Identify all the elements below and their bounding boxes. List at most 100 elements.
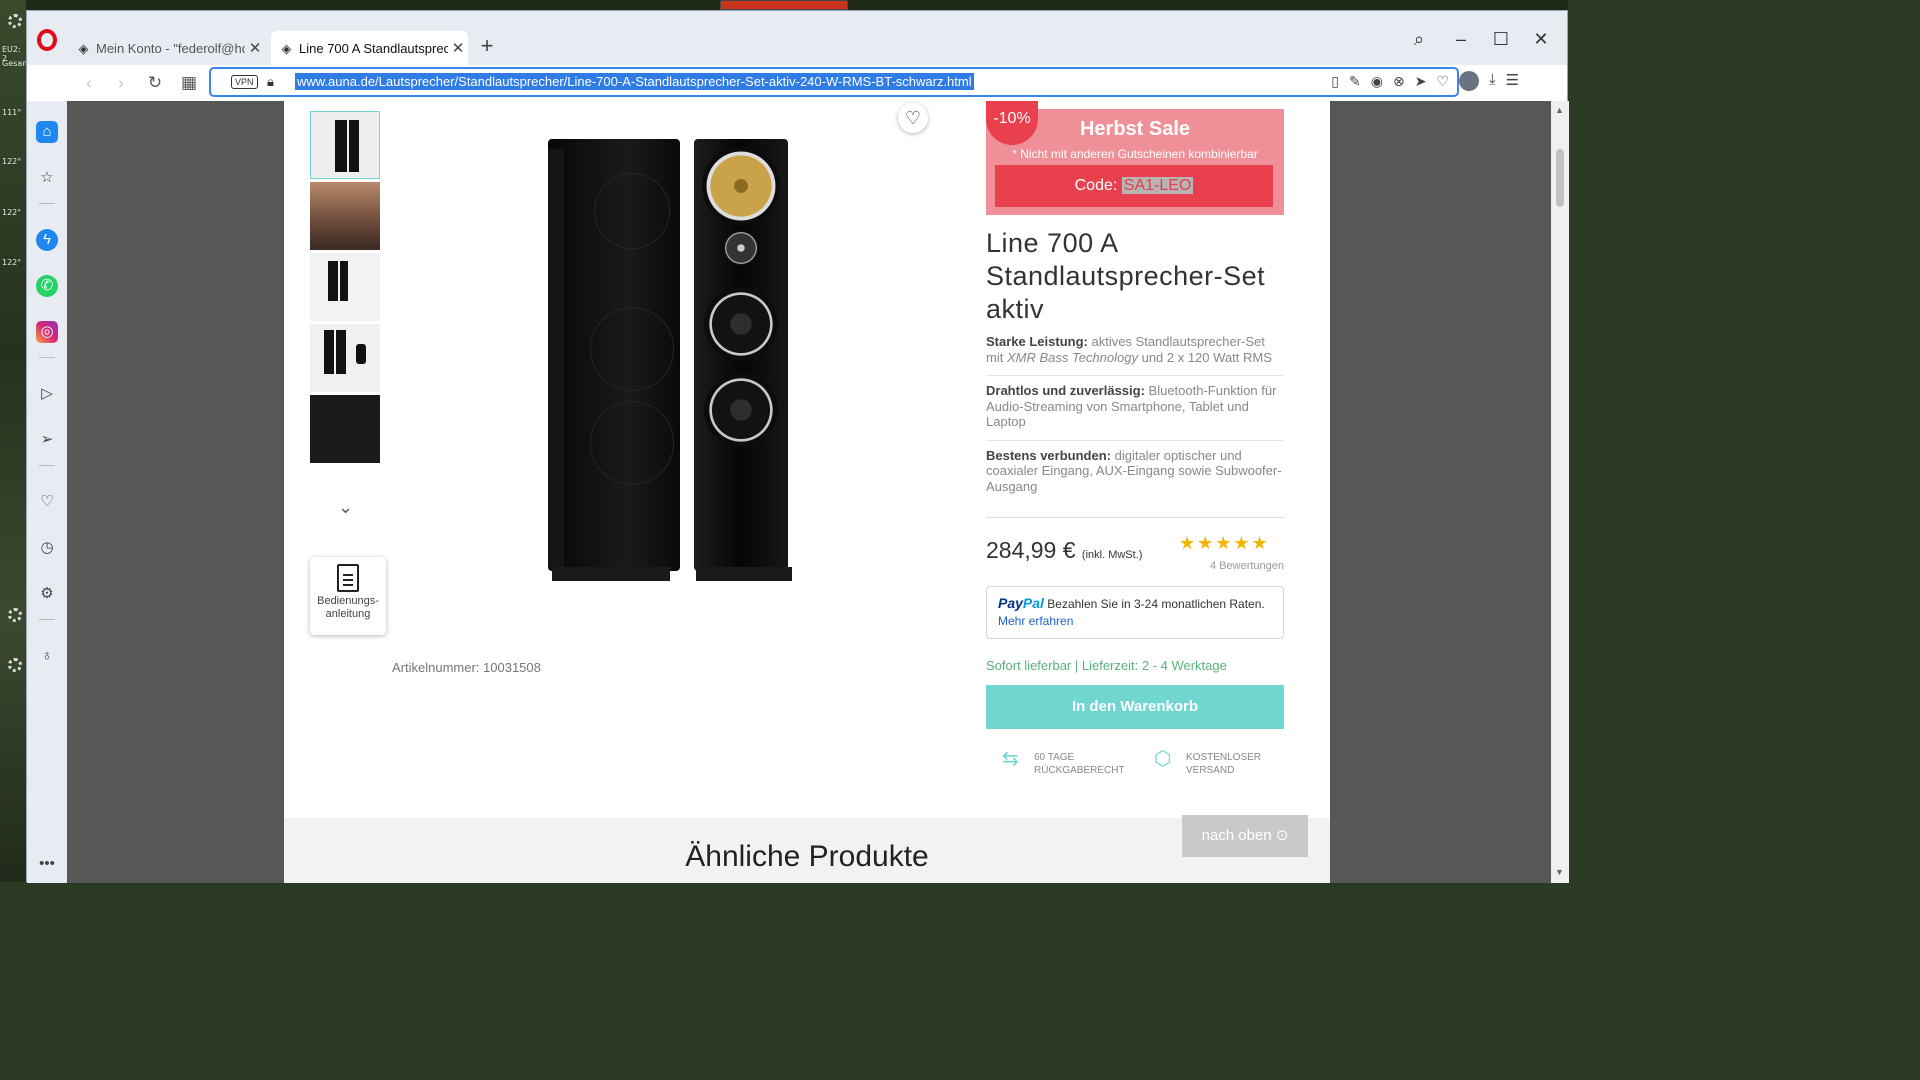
divider [986, 517, 1284, 518]
edit-icon[interactable]: ✎ [1349, 73, 1361, 90]
send-icon[interactable]: ➤ [1415, 73, 1427, 90]
speed-dial-button[interactable]: ▦ [177, 71, 201, 95]
price: 284,99 € (inkl. MwSt.) [986, 537, 1143, 563]
star-rating[interactable]: ★★★★★ [1179, 533, 1270, 554]
opera-logo-icon[interactable] [37, 29, 57, 51]
bookmark-heart-icon[interactable]: ♡ [1436, 73, 1449, 90]
speaker-stand [696, 567, 792, 581]
scrollbar-thumb[interactable] [1556, 149, 1564, 207]
search-tabs-icon[interactable]: ⌕ [1407, 29, 1431, 50]
article-number: Artikelnummer: 10031508 [392, 660, 541, 675]
manual-label: anleitung [325, 608, 371, 620]
thumbnail[interactable] [310, 253, 380, 321]
scroll-up-icon[interactable]: ▲ [1555, 105, 1564, 115]
feature-list: Starke Leistung: aktives Standlautsprech… [986, 334, 1284, 511]
document-icon [337, 564, 359, 592]
tab-account[interactable]: ◈ Mein Konto - "federolf@ho ✕ [68, 31, 265, 65]
coupon-label: Code: [1074, 177, 1118, 194]
adblock-icon[interactable]: ⊗ [1393, 73, 1405, 90]
thumbnail[interactable] [310, 395, 380, 463]
tab-bar: ◈ Mein Konto - "federolf@ho ✕ ◈ Line 700… [27, 11, 1567, 65]
browser-window: ◈ Mein Konto - "federolf@ho ✕ ◈ Line 700… [26, 10, 1569, 883]
sale-title: Herbst Sale [1079, 118, 1191, 140]
forward-button[interactable]: › [109, 71, 133, 95]
back-button[interactable]: ‹ [77, 71, 101, 95]
back-to-top-button[interactable]: nach oben ⊙ [1182, 815, 1308, 857]
paypal-logo: PayPal [998, 595, 1044, 611]
snapshot-icon[interactable]: ◉ [1371, 73, 1383, 90]
tips-bulb-icon[interactable]: ♁ [36, 645, 58, 667]
flow-icon[interactable]: ➢ [36, 429, 58, 451]
speaker-stand [552, 567, 670, 581]
close-tab-icon[interactable]: ✕ [448, 39, 468, 57]
paypal-more-link[interactable]: Mehr erfahren [998, 614, 1073, 628]
bookmarks-heart-icon[interactable]: ♡ [36, 491, 58, 513]
sidebar-divider [39, 357, 55, 358]
manual-label: Bedienungs- [317, 595, 379, 607]
paypal-info-box: PayPal Bezahlen Sie in 3-24 monatlichen … [986, 586, 1284, 639]
manual-button[interactable]: Bedienungs- anleitung [310, 557, 386, 635]
thumbnail[interactable] [310, 182, 380, 250]
desktop-taskbar-item [720, 0, 848, 10]
thumbnail[interactable] [310, 324, 380, 392]
lock-icon[interactable]: 🔒︎ [267, 74, 274, 90]
review-count[interactable]: 4 Bewertungen [1184, 560, 1284, 572]
close-tab-icon[interactable]: ✕ [245, 39, 265, 57]
player-icon[interactable]: ▷ [36, 383, 58, 405]
section-heading: Ähnliche Produkte [685, 840, 929, 873]
address-bar[interactable]: VPN 🔒︎ www.auna.de/Lautsprecher/Standlau… [209, 67, 1459, 97]
tab-product[interactable]: ◈ Line 700 A Standlautsprech ✕ [271, 31, 468, 65]
close-window-button[interactable]: ✕ [1529, 29, 1553, 50]
desktop-label: 122° [2, 157, 22, 166]
thumbnail-gallery [310, 111, 382, 466]
sale-banner: -10% Herbst Sale * Nicht mit anderen Gut… [986, 101, 1284, 215]
easy-setup-icon[interactable]: ☰ [1506, 71, 1519, 91]
reader-mode-icon[interactable]: ▯ [1331, 73, 1339, 90]
delivery-status: Sofort lieferbar | Lieferzeit: 2 - 4 Wer… [986, 658, 1227, 673]
speaker-right [694, 139, 788, 571]
scrollbar[interactable]: ▲ ▼ [1551, 101, 1569, 883]
desktop-label: 122° [2, 208, 22, 217]
scroll-down-icon[interactable]: ▼ [1555, 867, 1564, 877]
gear-icon [8, 14, 22, 28]
extensions-icon[interactable]: ☆ [36, 167, 58, 189]
maximize-button[interactable]: ☐ [1489, 29, 1513, 50]
home-icon[interactable]: ⌂ [36, 121, 58, 143]
similar-products-section: Ähnliche Produkte [284, 818, 1330, 883]
wishlist-heart-icon[interactable]: ♡ [898, 103, 928, 133]
coupon-code[interactable]: SA1-LEO [1121, 177, 1194, 194]
vpn-badge[interactable]: VPN [231, 75, 258, 89]
feature-item: Drahtlos und zuverlässig: Bluetooth-Funk… [986, 383, 1284, 441]
sidebar-divider [39, 203, 55, 204]
url-text[interactable]: www.auna.de/Lautsprecher/Standlautsprech… [295, 73, 974, 90]
minimize-button[interactable]: – [1449, 29, 1473, 50]
chevron-down-icon[interactable]: ⌄ [338, 497, 353, 518]
whatsapp-icon[interactable]: ✆ [36, 275, 58, 297]
tab-title: Line 700 A Standlautsprech [299, 40, 448, 56]
thumbnail[interactable] [310, 111, 380, 179]
feature-item: Bestens verbunden: digitaler optischer u… [986, 447, 1282, 494]
auna-favicon-icon: ◈ [281, 40, 292, 56]
product-page: ⌄ Bedienungs- anleitung Artikelnummer: 1… [284, 101, 1330, 883]
more-icon[interactable]: ••• [36, 853, 58, 875]
toolbar-right: ⤓ ☰ [1459, 71, 1519, 91]
new-tab-button[interactable]: + [477, 33, 497, 59]
settings-gear-icon[interactable]: ⚙ [36, 583, 58, 605]
product-title: Line 700 A Standlautsprecher-Set aktiv [986, 228, 1266, 324]
download-icon[interactable]: ⤓ [1489, 71, 1496, 91]
reload-button[interactable]: ↻ [143, 71, 167, 95]
instagram-icon[interactable]: ◎ [36, 321, 58, 343]
address-tools: ▯ ✎ ◉ ⊗ ➤ ♡ [1331, 73, 1449, 90]
desktop-label: 122° [2, 258, 22, 267]
add-to-cart-button[interactable]: In den Warenkorb [986, 685, 1284, 729]
messenger-icon[interactable]: ϟ [36, 229, 58, 251]
gear-icon [8, 658, 22, 672]
sidebar-divider [39, 619, 55, 620]
history-icon[interactable]: ◷ [36, 537, 58, 559]
navigation-bar: ‹ › ↻ ▦ VPN 🔒︎ www.auna.de/Lautsprecher/… [67, 65, 1567, 101]
feature-item: Starke Leistung: aktives Standlautsprech… [986, 334, 1284, 376]
return-arrows-icon: ⇆ [1002, 748, 1019, 770]
box-icon: ⬡ [1154, 748, 1172, 770]
sidebar-divider [39, 465, 55, 466]
profile-avatar[interactable] [1459, 71, 1479, 91]
